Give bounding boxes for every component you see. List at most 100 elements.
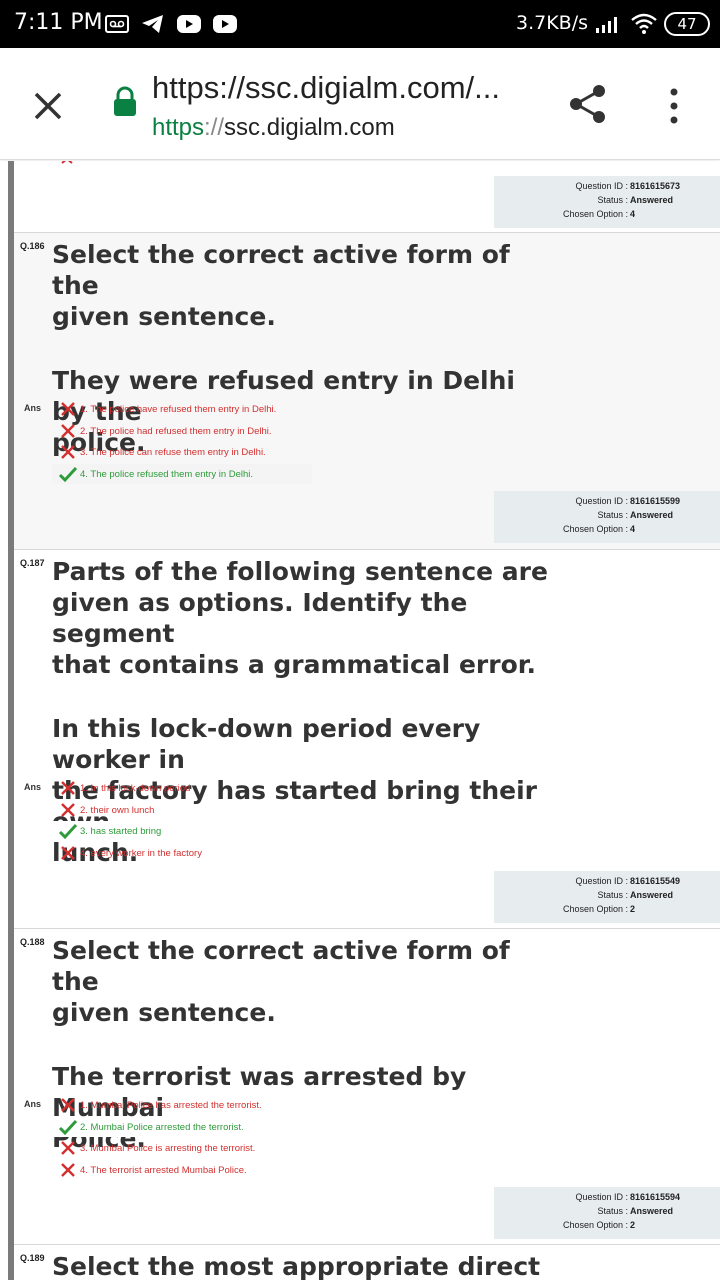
question-info-box: Question ID :8161615673 Status : Answered…	[494, 176, 720, 228]
status-bar: 7:11 PM 3.7KB/s 47	[0, 0, 720, 48]
chosen-option-value: 2	[630, 1220, 636, 1230]
option-text: 1. The police have refused them entry in…	[80, 403, 277, 415]
info-label: Question ID :	[575, 496, 628, 506]
chosen-option-value: 4	[630, 209, 636, 219]
question-block-187: Q.187 Parts of the following sentence ar…	[14, 550, 720, 929]
answer-option: 3. has started bring	[52, 821, 312, 841]
info-label: Question ID :	[575, 876, 628, 886]
option-text: 3. The police can refuse them entry in D…	[80, 446, 266, 458]
share-icon[interactable]	[566, 82, 610, 126]
question-line: given sentence.	[52, 302, 276, 331]
option-text: 1. Mumbai Police has arrested the terror…	[80, 1099, 262, 1111]
option-text: 2. their own lunch	[80, 804, 155, 816]
telegram-icon	[142, 15, 163, 33]
page-url-title[interactable]: https://ssc.digialm.com/...	[152, 70, 500, 106]
question-line: given as options. Identify the segment	[52, 588, 468, 648]
browser-toolbar: https://ssc.digialm.com/... https://ssc.…	[0, 48, 720, 160]
answer-option: 2. their own lunch	[52, 800, 312, 820]
cross-icon	[61, 1141, 75, 1155]
cross-icon	[61, 781, 75, 795]
cross-icon	[61, 1163, 75, 1177]
voicemail-icon	[105, 15, 129, 33]
option-text: 4. The terrorist arrested Mumbai Police.	[80, 1164, 247, 1176]
question-id-value: 8161615599	[630, 496, 681, 506]
question-number: Q.186	[20, 241, 45, 251]
info-label: Chosen Option :	[562, 209, 628, 219]
option-text: 3. Mumbai Police is arresting the terror…	[80, 1142, 256, 1154]
cross-icon	[61, 846, 75, 860]
question-line: given sentence.	[52, 998, 276, 1027]
cross-icon	[61, 1098, 75, 1112]
question-id-value: 8161615673	[630, 181, 681, 191]
question-block-186: Q.186 Select the correct active form of …	[14, 233, 720, 550]
answer-option: 1. In this lock-down period	[52, 778, 312, 798]
question-number: Q.187	[20, 558, 45, 568]
question-line: that contains a grammatical error.	[52, 650, 537, 679]
question-block-188: Q.188 Select the correct active form of …	[14, 929, 720, 1245]
check-icon	[58, 466, 78, 483]
question-id-value: 8161615594	[630, 1192, 681, 1202]
answer-option: 3. The police can refuse them entry in D…	[52, 442, 312, 462]
question-text: Select the most appropriate direct form	[52, 1251, 552, 1280]
option-text: 4. every worker in the factory	[80, 847, 202, 859]
more-options-icon[interactable]	[664, 86, 684, 126]
question-line: Select the most appropriate direct form	[52, 1252, 541, 1280]
option-text: 2. Mumbai Police arrested the terrorist.	[80, 1121, 244, 1133]
page-url[interactable]: https://ssc.digialm.com	[152, 114, 395, 142]
chosen-option-value: 2	[630, 904, 636, 914]
option-text: 2. The police had refused them entry in …	[80, 425, 272, 437]
info-label: Status :	[597, 1206, 628, 1216]
cross-icon	[61, 445, 75, 459]
clock: 7:11 PM	[14, 10, 103, 35]
battery-indicator: 47	[664, 12, 710, 36]
info-label: Chosen Option :	[562, 904, 628, 914]
info-label: Status :	[597, 195, 628, 205]
question-info-box: Question ID :8161615549 Status : Answered…	[494, 871, 720, 923]
notification-icons	[104, 12, 238, 36]
cross-icon	[61, 402, 75, 416]
question-block-189: Q.189 Select the most appropriate direct…	[14, 1245, 720, 1280]
info-label: Question ID :	[575, 1192, 628, 1202]
question-id-value: 8161615549	[630, 876, 681, 886]
page-content: Question ID :8161615673 Status : Answered…	[0, 161, 720, 1280]
url-separator: ://	[204, 114, 225, 141]
question-line: In this lock-down period every worker in	[52, 714, 481, 774]
ans-label: Ans	[24, 782, 42, 792]
answer-option: 4. The police refused them entry in Delh…	[52, 464, 312, 484]
question-info-box: Question ID :8161615599 Status : Answered…	[494, 491, 720, 543]
wifi-icon	[631, 13, 657, 34]
question-number: Q.189	[20, 1253, 45, 1263]
option-text: 1. In this lock-down period	[80, 782, 191, 794]
cross-icon	[61, 161, 73, 164]
question-line: Parts of the following sentence are	[52, 557, 548, 586]
answer-option: 4. The terrorist arrested Mumbai Police.	[52, 1160, 312, 1180]
answer-option: 2. The police had refused them entry in …	[52, 421, 312, 441]
status-value: Answered	[630, 1206, 674, 1216]
answer-option: 1. The police have refused them entry in…	[52, 399, 312, 419]
status-value: Answered	[630, 195, 674, 205]
info-label: Status :	[597, 890, 628, 900]
ans-label: Ans	[24, 403, 42, 413]
signal-icon	[596, 17, 617, 33]
ans-label: Ans	[24, 1099, 42, 1109]
network-speed: 3.7KB/s	[516, 12, 589, 34]
option-text: 3. has started bring	[80, 825, 162, 837]
info-label: Chosen Option :	[562, 1220, 628, 1230]
answer-option: 4. every worker in the factory	[52, 843, 312, 863]
info-label: Status :	[597, 510, 628, 520]
url-host: ssc.digialm.com	[224, 114, 395, 141]
check-icon	[58, 823, 78, 840]
lock-icon[interactable]	[112, 86, 138, 118]
url-scheme: https	[152, 114, 205, 141]
info-label: Chosen Option :	[562, 524, 628, 534]
question-line: Select the correct active form of the	[52, 240, 510, 300]
option-text: 4. The police refused them entry in Delh…	[80, 468, 254, 480]
close-icon[interactable]	[28, 86, 68, 126]
check-icon	[58, 1119, 78, 1136]
chosen-option-value: 4	[630, 524, 636, 534]
answer-option: 2. Mumbai Police arrested the terrorist.	[52, 1117, 312, 1137]
answer-option: 3. Mumbai Police is arresting the terror…	[52, 1138, 312, 1158]
status-value: Answered	[630, 510, 674, 520]
question-block-previous: Question ID :8161615673 Status : Answered…	[14, 161, 720, 233]
question-info-box: Question ID :8161615594 Status : Answered…	[494, 1187, 720, 1239]
